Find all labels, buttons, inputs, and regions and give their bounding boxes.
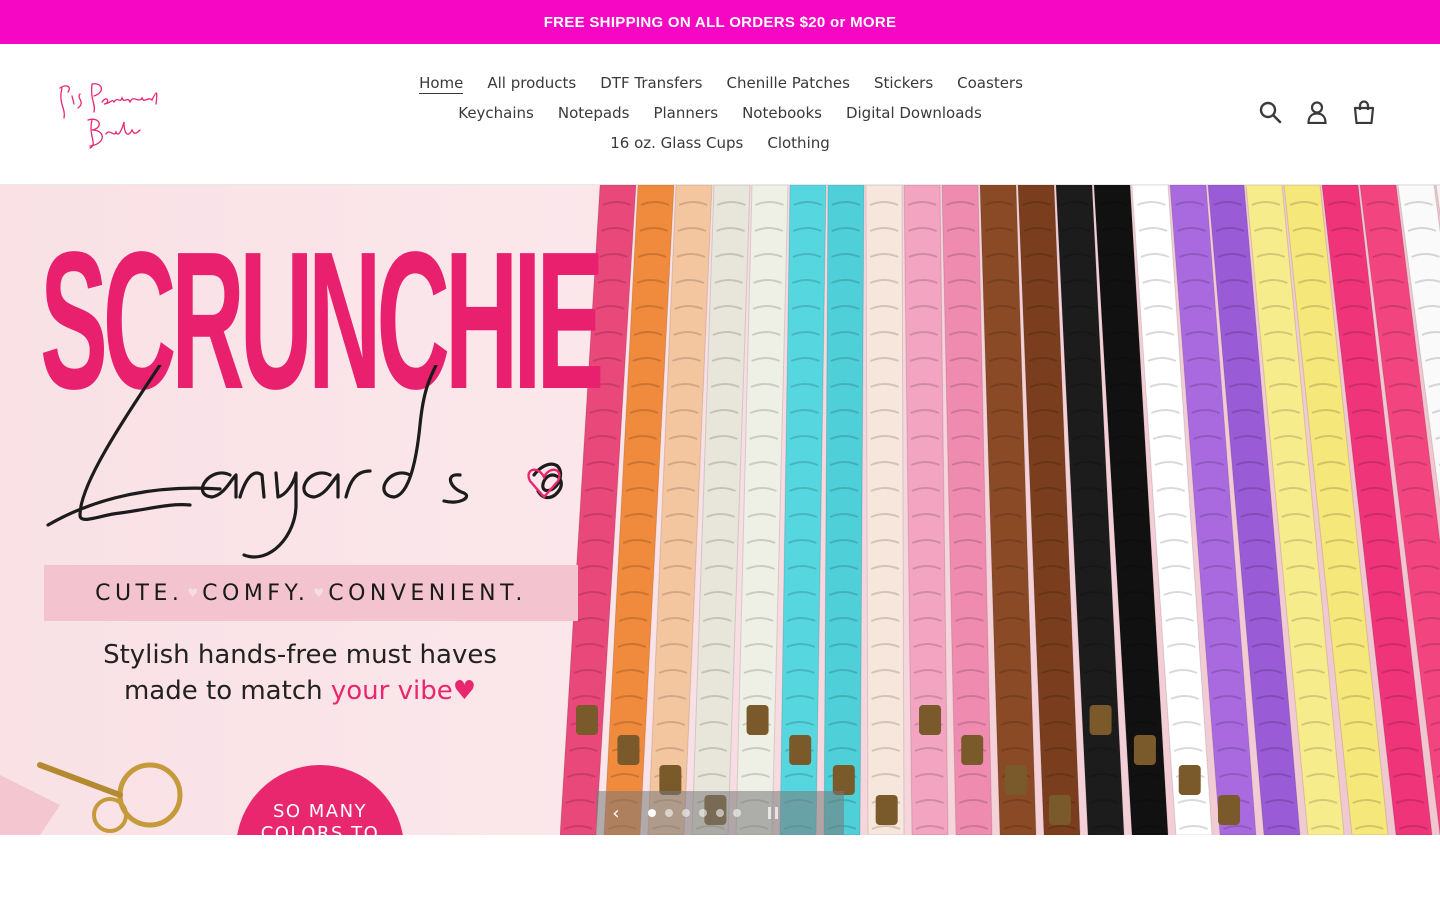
hero-slideshow[interactable]: SCRUNCHIE CUTE. ♥ COMFY. ♥ CONVENIENT. S… bbox=[0, 185, 1440, 835]
nav-item-stickers[interactable]: Stickers bbox=[874, 73, 933, 93]
hero-subtitle: Stylish hands-free must haves made to ma… bbox=[40, 637, 560, 709]
slider-dot-6[interactable] bbox=[733, 809, 741, 817]
nav-item-dtf-transfers[interactable]: DTF Transfers bbox=[600, 73, 702, 93]
hero-subtitle-prefix: made to match bbox=[123, 676, 331, 706]
nav-item-chenille-patches[interactable]: Chenille Patches bbox=[727, 73, 850, 93]
slider-dot-1[interactable] bbox=[648, 809, 656, 817]
colors-badge: SO MANY COLORS TO bbox=[236, 765, 404, 835]
nav-item-coasters[interactable]: Coasters bbox=[957, 73, 1023, 93]
lanyard-stripe bbox=[823, 185, 865, 835]
heart-icon: ♥ bbox=[452, 676, 477, 706]
hero-text-panel: SCRUNCHIE CUTE. ♥ COMFY. ♥ CONVENIENT. S… bbox=[0, 185, 620, 835]
lanyards-photo bbox=[560, 185, 1440, 835]
cart-icon[interactable] bbox=[1352, 100, 1376, 124]
site-header: Home All products DTF Transfers Chenille… bbox=[0, 44, 1440, 185]
chevron-left-icon[interactable]: ‹ bbox=[596, 791, 636, 835]
nav-item-notepads[interactable]: Notepads bbox=[558, 103, 630, 123]
slider-controls: ‹ bbox=[596, 791, 844, 835]
badge-line2: COLORS TO bbox=[260, 823, 380, 835]
hero-script-title bbox=[40, 365, 600, 565]
nav-item-digital-downloads[interactable]: Digital Downloads bbox=[846, 103, 982, 123]
tagline-word-comfy: COMFY. bbox=[202, 580, 310, 606]
lanyard-clasp bbox=[1048, 795, 1071, 825]
lanyards-illustration bbox=[560, 185, 1440, 835]
slider-dot-5[interactable] bbox=[716, 809, 724, 817]
tagline-word-convenient: CONVENIENT. bbox=[328, 580, 527, 606]
nav-item-planners[interactable]: Planners bbox=[653, 103, 718, 123]
nav-item-all-products[interactable]: All products bbox=[487, 73, 576, 93]
account-icon[interactable] bbox=[1305, 100, 1329, 124]
nav-item-clothing[interactable]: Clothing bbox=[767, 133, 829, 153]
lanyard-clasp bbox=[919, 705, 942, 735]
nav-row-1: Home All products DTF Transfers Chenille… bbox=[0, 68, 1440, 98]
heart-icon: ♥ bbox=[313, 586, 325, 600]
lanyard-clasp bbox=[1004, 765, 1027, 795]
announcement-bar: FREE SHIPPING ON ALL ORDERS $20 or MORE bbox=[0, 0, 1440, 44]
lanyard-clasp bbox=[1218, 795, 1240, 825]
lanyard-stripe bbox=[779, 185, 827, 835]
nav-item-notebooks[interactable]: Notebooks bbox=[742, 103, 822, 123]
pause-icon[interactable] bbox=[763, 803, 783, 823]
header-icons bbox=[1258, 100, 1376, 124]
nav-item-keychains[interactable]: Keychains bbox=[458, 103, 534, 123]
search-icon[interactable] bbox=[1258, 100, 1282, 124]
nav-item-home[interactable]: Home bbox=[419, 73, 464, 94]
lanyard-clasp bbox=[789, 735, 812, 765]
lanyard-clasp bbox=[1089, 705, 1112, 735]
lanyard-clasp bbox=[961, 735, 984, 765]
hero-script-image bbox=[46, 365, 563, 559]
tagline-word-cute: CUTE. bbox=[95, 580, 184, 606]
slider-dot-3[interactable] bbox=[682, 809, 690, 817]
keychain-photo bbox=[0, 745, 240, 835]
badge-line1: SO MANY bbox=[272, 801, 368, 822]
nav-item-glass-cups[interactable]: 16 oz. Glass Cups bbox=[610, 133, 743, 153]
main-nav: Home All products DTF Transfers Chenille… bbox=[0, 68, 1440, 158]
lanyard-stripe bbox=[865, 185, 905, 835]
lanyard-clasp bbox=[746, 705, 769, 735]
slider-dot-2[interactable] bbox=[665, 809, 673, 817]
slider-dots bbox=[648, 809, 741, 817]
hero-subtitle-line1: Stylish hands-free must haves bbox=[103, 640, 497, 670]
announcement-text: FREE SHIPPING ON ALL ORDERS $20 or MORE bbox=[543, 13, 897, 31]
lanyard-clasp bbox=[1133, 735, 1156, 765]
hero-tagline: CUTE. ♥ COMFY. ♥ CONVENIENT. bbox=[44, 565, 578, 621]
lanyard-clasp bbox=[617, 735, 640, 765]
nav-row-2: Keychains Notepads Planners Notebooks Di… bbox=[0, 98, 1440, 128]
lanyard-clasp bbox=[875, 795, 898, 825]
nav-row-3: 16 oz. Glass Cups Clothing bbox=[0, 128, 1440, 158]
hero-subtitle-accent: your vibe bbox=[330, 676, 453, 706]
hero-subtitle-line2: made to match your vibe♥ bbox=[40, 673, 560, 709]
heart-icon: ♥ bbox=[187, 586, 199, 600]
lanyard-stripe bbox=[903, 185, 949, 835]
slider-dot-4[interactable] bbox=[699, 809, 707, 817]
lanyard-clasp bbox=[1178, 765, 1201, 795]
